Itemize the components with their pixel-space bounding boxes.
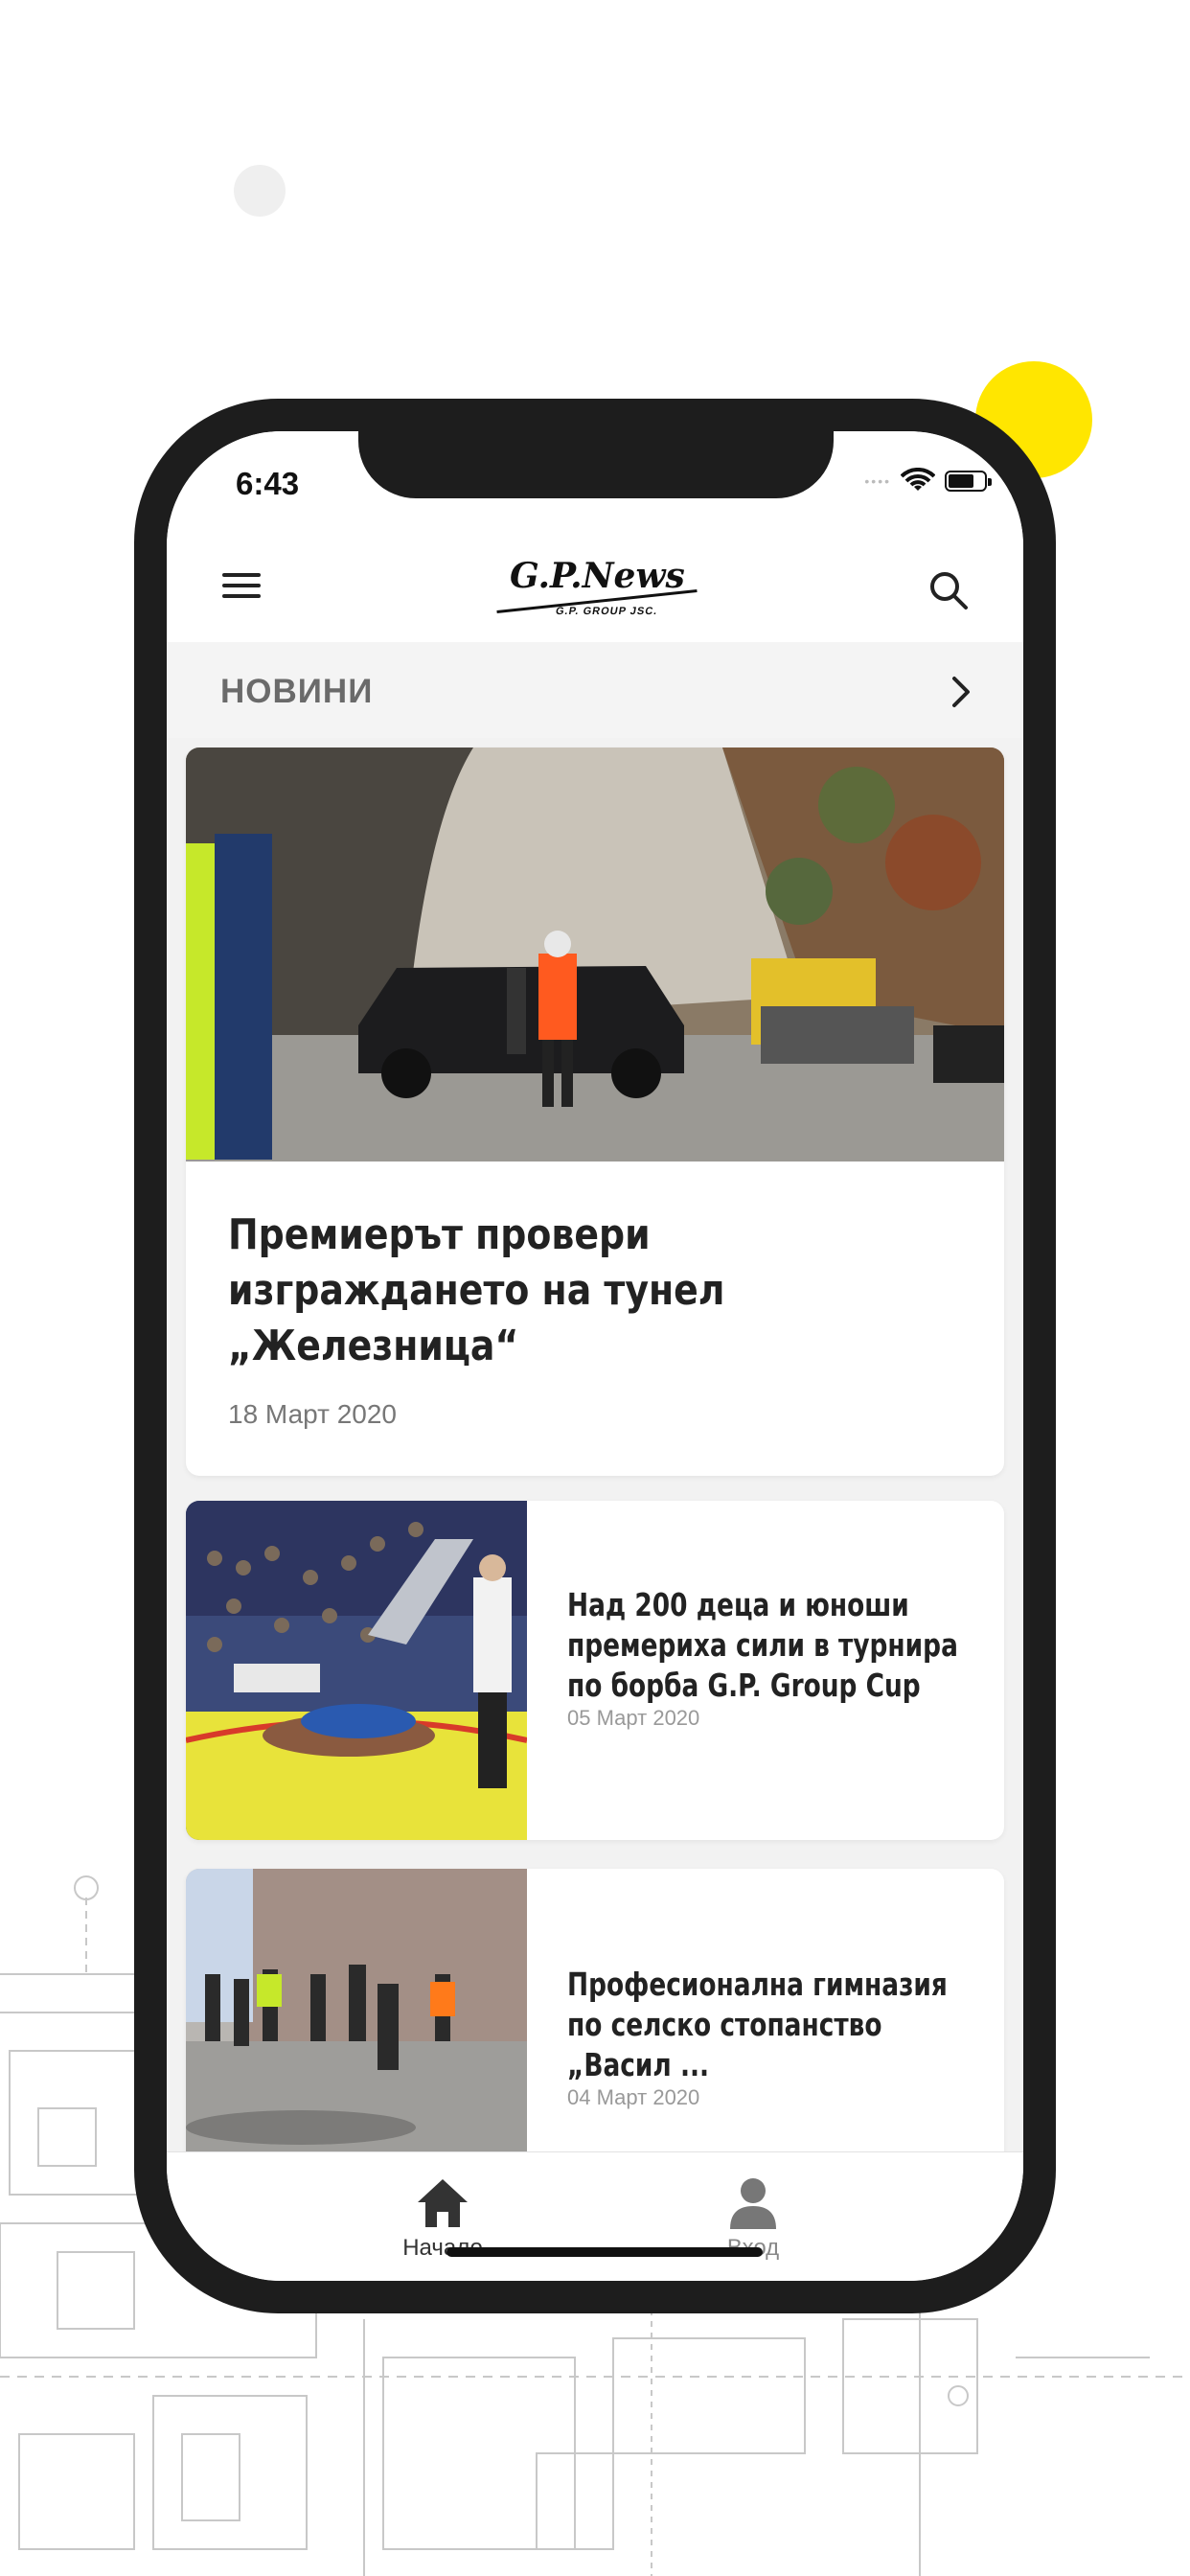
phone-frame: 6:43 •••• G.P.News G.P. GROUP JSC. НОВИН… bbox=[134, 399, 1056, 2313]
article-text: Над 200 деца и юноши премериха сили в ту… bbox=[567, 1585, 979, 1731]
section-title: НОВИНИ bbox=[220, 673, 374, 710]
status-time: 6:43 bbox=[236, 466, 300, 501]
search-icon[interactable] bbox=[927, 569, 970, 611]
article-title: Над 200 деца и юноши премериха сили в ту… bbox=[567, 1586, 958, 1704]
home-icon bbox=[418, 2179, 468, 2227]
news-section-header[interactable]: НОВИНИ bbox=[167, 642, 1023, 738]
app-screen: 6:43 •••• G.P.News G.P. GROUP JSC. НОВИН… bbox=[167, 431, 1023, 2281]
status-icons: •••• bbox=[864, 468, 992, 494]
bottom-tab-bar: Начало Вход bbox=[167, 2151, 1023, 2281]
article-title: Професионална гимназия по селско стопанс… bbox=[567, 1966, 948, 2083]
article-card[interactable]: Над 200 деца и юноши премериха сили в ту… bbox=[186, 1501, 1004, 1840]
chevron-right-icon[interactable] bbox=[947, 675, 975, 709]
app-logo: G.P.News G.P. GROUP JSC. bbox=[489, 550, 699, 627]
featured-article-date: 18 Март 2020 bbox=[228, 1399, 397, 1429]
user-icon bbox=[730, 2178, 776, 2229]
featured-article-image bbox=[186, 748, 1004, 1162]
wifi-icon bbox=[901, 468, 935, 491]
decorative-grey-dot bbox=[234, 165, 286, 217]
featured-article-card[interactable]: Премиерът провери изграждането на тунел … bbox=[186, 748, 1004, 1476]
home-indicator bbox=[446, 2247, 763, 2257]
signal-dots-icon: •••• bbox=[864, 473, 891, 489]
app-bar: G.P.News G.P. GROUP JSC. bbox=[167, 537, 1023, 642]
logo-text: G.P.News bbox=[510, 556, 685, 596]
article-thumbnail bbox=[186, 1501, 527, 1840]
article-text: Професионална гимназия по селско стопанс… bbox=[567, 1965, 979, 2110]
featured-article-title: Премиерът провери изграждането на тунел … bbox=[228, 1210, 725, 1370]
notch bbox=[358, 431, 834, 498]
article-date: 05 Март 2020 bbox=[567, 1706, 700, 1730]
article-date: 04 Март 2020 bbox=[567, 2085, 700, 2109]
menu-icon[interactable] bbox=[222, 573, 261, 606]
battery-icon bbox=[945, 471, 992, 492]
logo-subtitle: G.P. GROUP JSC. bbox=[554, 606, 659, 617]
